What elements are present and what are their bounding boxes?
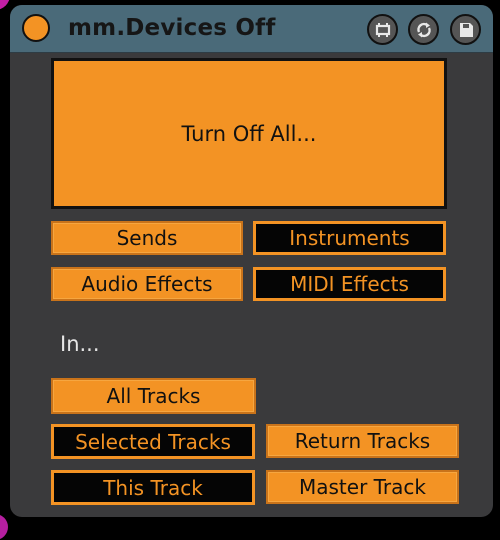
chain-button[interactable]	[367, 14, 398, 45]
midi-effects-toggle[interactable]: MIDI Effects	[253, 267, 446, 301]
this-track-toggle[interactable]: This Track	[51, 470, 255, 505]
sends-toggle[interactable]: Sends	[51, 221, 243, 255]
background-decoration	[0, 0, 10, 10]
refresh-button[interactable]	[408, 14, 439, 45]
device-titlebar: mm.Devices Off	[10, 5, 493, 53]
return-tracks-toggle[interactable]: Return Tracks	[266, 424, 459, 458]
save-icon	[459, 22, 473, 37]
all-tracks-toggle[interactable]: All Tracks	[51, 378, 256, 414]
master-track-toggle[interactable]: Master Track	[266, 470, 459, 504]
device-panel: mm.Devices Off Turn Off All... Sends Ins…	[10, 5, 493, 517]
selected-tracks-toggle[interactable]: Selected Tracks	[51, 424, 255, 459]
refresh-icon	[416, 22, 431, 37]
scope-label: In...	[60, 332, 100, 356]
chain-icon	[375, 22, 390, 37]
device-title: mm.Devices Off	[68, 15, 276, 41]
audio-effects-toggle[interactable]: Audio Effects	[51, 267, 243, 301]
background-decoration	[0, 514, 8, 540]
device-power-toggle[interactable]	[22, 14, 50, 42]
save-button[interactable]	[450, 14, 481, 45]
instruments-toggle[interactable]: Instruments	[253, 221, 446, 255]
turn-off-all-button[interactable]: Turn Off All...	[51, 58, 447, 209]
